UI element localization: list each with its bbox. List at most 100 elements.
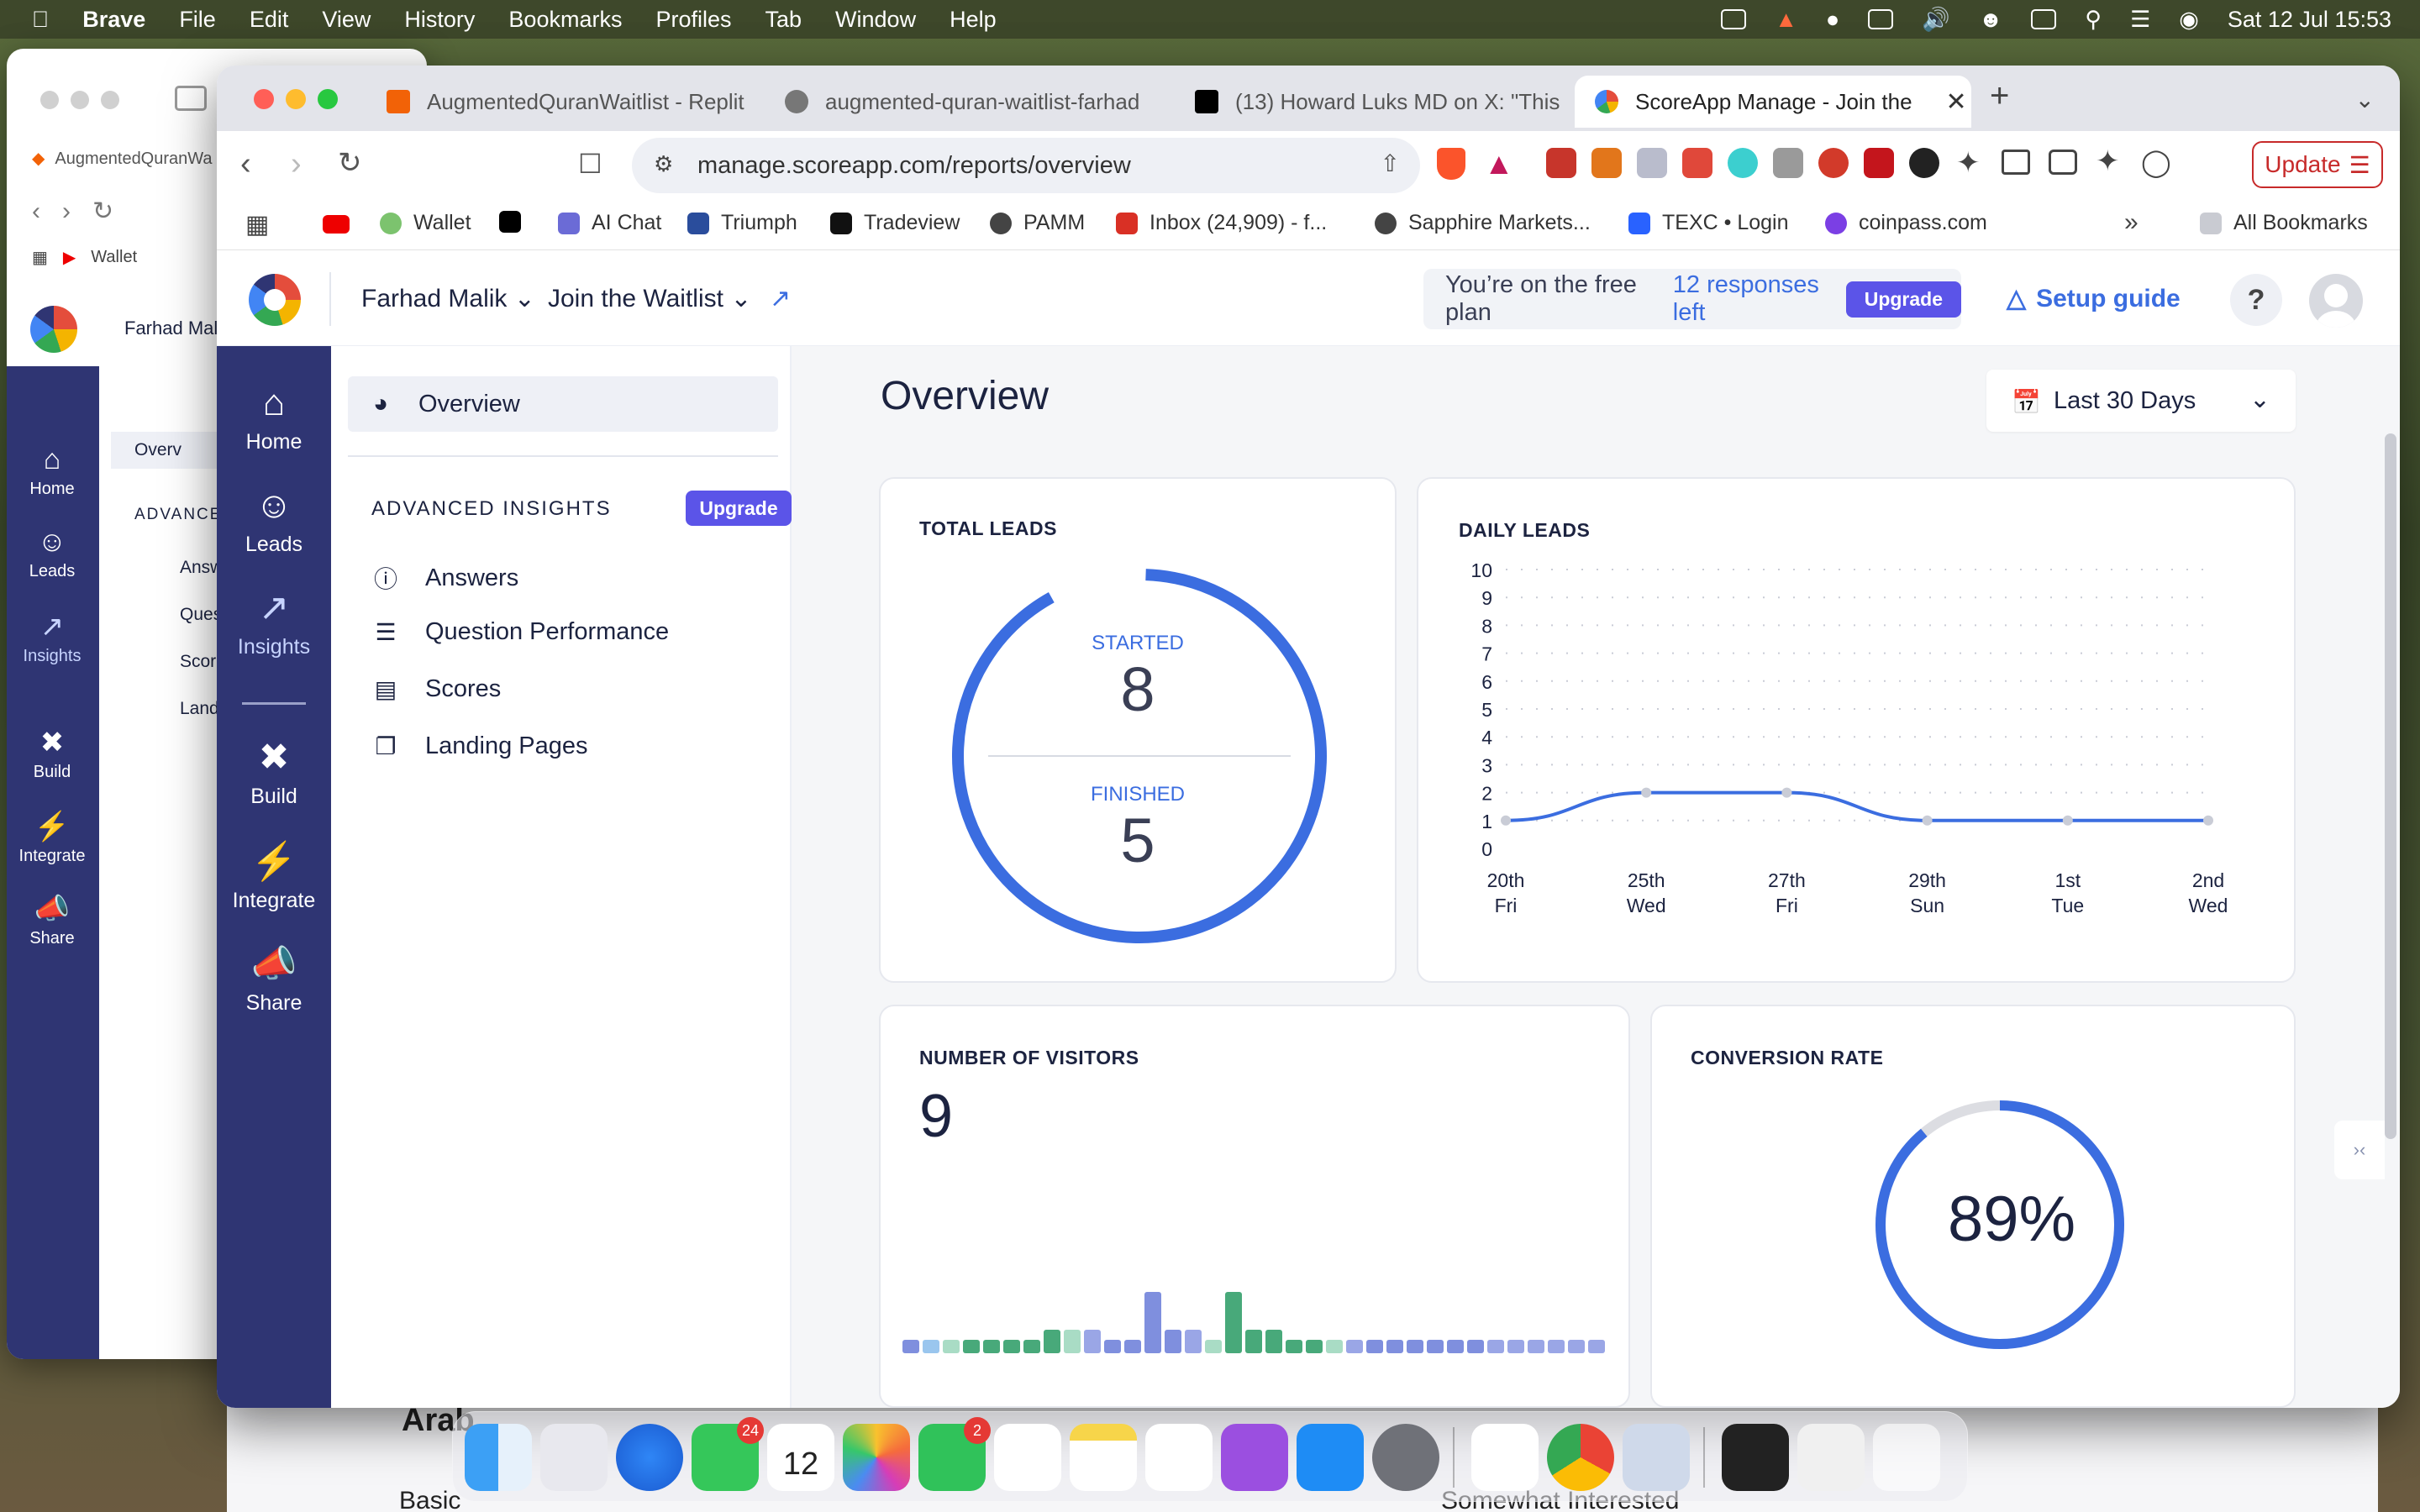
menu-view[interactable]: View bbox=[322, 7, 371, 33]
sidebar-item-integrate[interactable]: ⚡ Integrate bbox=[217, 842, 331, 913]
brave-status-icon[interactable]: ▲ bbox=[1775, 7, 1797, 33]
back-window-zoom[interactable] bbox=[101, 91, 119, 109]
back-icon[interactable]: ‹ bbox=[240, 146, 251, 182]
volume-icon[interactable]: 🔊 bbox=[1922, 6, 1950, 33]
page-scrollbar[interactable] bbox=[2385, 433, 2396, 1139]
tab-scoreapp[interactable]: ScoreApp Manage - Join the ✕ bbox=[1575, 76, 1971, 128]
siri-icon[interactable]: ◉ bbox=[2179, 7, 2199, 33]
menu-help[interactable]: Help bbox=[950, 7, 997, 33]
metamask-icon[interactable] bbox=[1591, 148, 1622, 178]
apps-grid-icon[interactable]: ▦ bbox=[245, 210, 269, 239]
reminders-icon[interactable] bbox=[994, 1424, 1061, 1491]
subnav-upgrade-button[interactable]: Upgrade bbox=[686, 491, 792, 526]
responses-left[interactable]: 12 responses left bbox=[1673, 271, 1829, 327]
subnav-item-overview[interactable]: ◕ Overview bbox=[348, 376, 778, 432]
extension-icon-3[interactable] bbox=[1637, 148, 1667, 178]
extension-icon-5[interactable] bbox=[1728, 148, 1758, 178]
share-icon[interactable]: ⇧ bbox=[1381, 150, 1400, 177]
tab-augmented[interactable]: augmented-quran-waitlist-farhad bbox=[765, 76, 1151, 128]
extension-icon-9[interactable] bbox=[1909, 148, 1939, 178]
back-window-minimize[interactable] bbox=[71, 91, 89, 109]
bookmark-wallet[interactable]: Wallet bbox=[380, 211, 471, 235]
apps-grid-icon[interactable]: ▦ bbox=[32, 247, 48, 268]
scoreapp-logo[interactable] bbox=[249, 274, 301, 326]
update-button[interactable]: Update ☰ bbox=[2252, 141, 2383, 188]
screen-mirror-icon[interactable] bbox=[1868, 9, 1894, 29]
tab-replit[interactable]: AugmentedQuranWaitlist - Replit bbox=[366, 76, 761, 128]
trash-icon[interactable] bbox=[1873, 1424, 1940, 1491]
window-minimize-button[interactable] bbox=[286, 89, 306, 109]
subnav-item-scores[interactable]: ▤ Scores bbox=[371, 675, 502, 703]
window-close-button[interactable] bbox=[254, 89, 274, 109]
todoist-icon[interactable] bbox=[1682, 148, 1712, 178]
preview-icon[interactable] bbox=[1623, 1424, 1690, 1491]
sidebar-panel-icon[interactable] bbox=[2002, 150, 2030, 175]
subnav-item-landing-pages[interactable]: ❐ Landing Pages bbox=[371, 732, 587, 760]
help-button[interactable]: ? bbox=[2230, 274, 2282, 326]
all-bookmarks-folder[interactable]: All Bookmarks bbox=[2200, 211, 2368, 235]
messages-icon[interactable]: 24 bbox=[692, 1417, 764, 1491]
menu-bookmarks[interactable]: Bookmarks bbox=[508, 7, 622, 33]
extension-icon-8[interactable] bbox=[1864, 148, 1894, 178]
tab-x[interactable]: (13) Howard Luks MD on X: "This bbox=[1175, 76, 1578, 128]
date-range-select[interactable]: 📅 Last 30 Days ⌄ bbox=[1986, 370, 2296, 432]
bookmark-coinpass[interactable]: coinpass.com bbox=[1825, 211, 1987, 235]
menu-edit[interactable]: Edit bbox=[250, 7, 289, 33]
back-tab[interactable]: ◆ AugmentedQuranWa bbox=[32, 148, 213, 169]
bookmark-icon[interactable]: ☐ bbox=[578, 148, 602, 180]
external-link-icon[interactable]: ↗ bbox=[770, 284, 791, 313]
hat-icon[interactable]: ● bbox=[1826, 7, 1839, 33]
bookmark-triumph[interactable]: Triumph bbox=[687, 211, 797, 235]
launchpad-icon[interactable] bbox=[540, 1424, 608, 1491]
freeform-icon[interactable] bbox=[1145, 1424, 1213, 1491]
bookmark-ai-chat[interactable]: AI Chat bbox=[558, 211, 661, 235]
control-center-icon[interactable]: ☰ bbox=[2130, 7, 2150, 33]
youtube-icon[interactable]: ▶ bbox=[63, 247, 76, 268]
new-tab-icon[interactable]: + bbox=[1990, 77, 2009, 115]
extension-icon-6[interactable] bbox=[1773, 148, 1803, 178]
safari-icon[interactable] bbox=[616, 1424, 683, 1491]
header-upgrade-button[interactable]: Upgrade bbox=[1845, 281, 1961, 318]
podcasts-icon[interactable] bbox=[1221, 1424, 1288, 1491]
sidebar-toggle-icon[interactable] bbox=[175, 86, 207, 111]
site-settings-icon[interactable]: ⚙ bbox=[654, 151, 673, 177]
tab-list-chevron-icon[interactable]: ⌄ bbox=[2355, 86, 2375, 113]
calendar-icon[interactable]: 12 bbox=[767, 1424, 834, 1491]
brave-rewards-icon[interactable]: ▲ bbox=[1484, 146, 1514, 181]
recent-window-icon[interactable] bbox=[1797, 1424, 1865, 1491]
app-store-icon[interactable] bbox=[1297, 1424, 1364, 1491]
project-dropdown[interactable]: Join the Waitlist ⌄ bbox=[548, 284, 751, 313]
owner-dropdown[interactable]: Farhad Malik ⌄ bbox=[361, 284, 535, 313]
sidebar-item-leads[interactable]: ☺ Leads bbox=[217, 486, 331, 557]
back-bookmark-wallet[interactable]: Wallet bbox=[91, 248, 137, 267]
finder-icon[interactable] bbox=[465, 1424, 532, 1491]
battery-icon[interactable] bbox=[2031, 9, 2057, 29]
vpn-icon[interactable]: ◯ bbox=[2141, 146, 2171, 178]
extension-icon-7[interactable] bbox=[1818, 148, 1849, 178]
menu-window[interactable]: Window bbox=[835, 7, 916, 33]
back-sidebar-home[interactable]: ⌂ Home bbox=[7, 444, 97, 499]
menu-tab[interactable]: Tab bbox=[765, 7, 802, 33]
photos-icon[interactable] bbox=[843, 1424, 910, 1491]
window-zoom-button[interactable] bbox=[318, 89, 338, 109]
back-sidebar-insights[interactable]: ↗ Insights bbox=[7, 610, 97, 666]
back-owner[interactable]: Farhad Mali bbox=[124, 318, 222, 339]
avatar[interactable] bbox=[2309, 274, 2363, 328]
status-app-icon[interactable] bbox=[1721, 9, 1747, 29]
sidebar-item-insights[interactable]: ↗ Insights bbox=[217, 588, 331, 659]
recent-document-icon[interactable] bbox=[1722, 1424, 1789, 1491]
back-sidebar-share[interactable]: 📣 Share bbox=[7, 892, 97, 948]
extensions-puzzle-icon[interactable]: ✦ bbox=[1956, 146, 1981, 180]
more-bookmarks-icon[interactable]: » bbox=[2124, 208, 2139, 237]
bookmark-x[interactable] bbox=[499, 211, 533, 233]
system-settings-icon[interactable] bbox=[1372, 1424, 1439, 1491]
bookmark-tradeview[interactable]: Tradeview bbox=[830, 211, 960, 235]
sidebar-item-share[interactable]: 📣 Share bbox=[217, 944, 331, 1016]
bookmark-sapphire[interactable]: Sapphire Markets... bbox=[1375, 211, 1591, 235]
leo-ai-icon[interactable]: ✦ bbox=[2096, 144, 2120, 178]
wallet-icon[interactable] bbox=[2049, 150, 2077, 175]
forward-icon[interactable]: › bbox=[291, 146, 302, 182]
bookmark-pamm[interactable]: PAMM bbox=[990, 211, 1085, 235]
user-icon[interactable]: ☻ bbox=[1979, 7, 2002, 33]
extension-icon-1[interactable] bbox=[1546, 148, 1576, 178]
